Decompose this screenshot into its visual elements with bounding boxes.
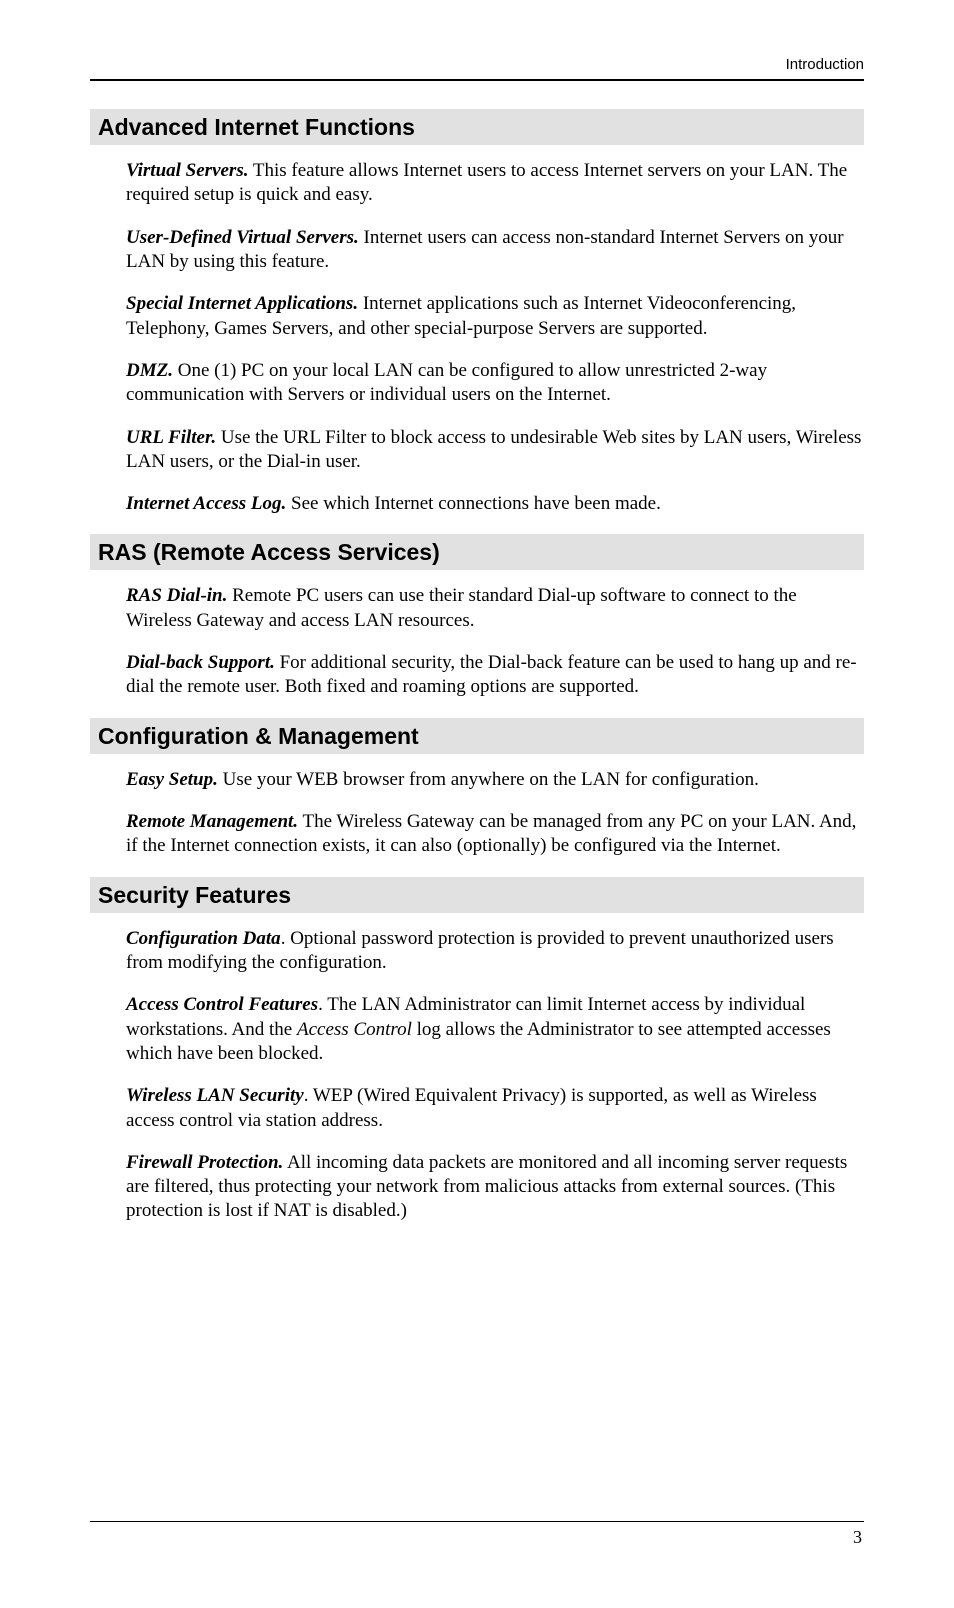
feature-title: Internet Access Log. xyxy=(126,493,286,514)
page: Introduction Advanced Internet Functions… xyxy=(0,0,954,1608)
feature-body: One (1) PC on your local LAN can be conf… xyxy=(126,360,767,405)
feature-title: Wireless LAN Security xyxy=(126,1085,304,1106)
feature-virtual-servers: Virtual Servers. This feature allows Int… xyxy=(126,159,864,208)
section-heading-ras: RAS (Remote Access Services) xyxy=(90,534,864,570)
feature-url-filter: URL Filter. Use the URL Filter to block … xyxy=(126,426,864,475)
feature-dmz: DMZ. One (1) PC on your local LAN can be… xyxy=(126,359,864,408)
feature-title: DMZ. xyxy=(126,360,173,381)
feature-title: URL Filter. xyxy=(126,427,216,448)
feature-special-internet-applications: Special Internet Applications. Internet … xyxy=(126,292,864,341)
feature-access-control-features: Access Control Features. The LAN Adminis… xyxy=(126,993,864,1066)
feature-body: Use the URL Filter to block access to un… xyxy=(126,427,861,472)
feature-title: Access Control Features xyxy=(126,994,318,1015)
feature-user-defined-virtual-servers: User-Defined Virtual Servers. Internet u… xyxy=(126,226,864,275)
feature-dial-back-support: Dial-back Support. For additional securi… xyxy=(126,651,864,700)
feature-title: Remote Management. xyxy=(126,811,298,832)
feature-internet-access-log: Internet Access Log. See which Internet … xyxy=(126,492,864,516)
feature-firewall-protection: Firewall Protection. All incoming data p… xyxy=(126,1151,864,1224)
feature-configuration-data: Configuration Data. Optional password pr… xyxy=(126,927,864,976)
feature-title: User-Defined Virtual Servers. xyxy=(126,227,359,248)
feature-title: Special Internet Applications. xyxy=(126,293,358,314)
header-label: Introduction xyxy=(90,56,864,73)
section-heading-security-features: Security Features xyxy=(90,877,864,913)
feature-title: Virtual Servers. xyxy=(126,160,248,181)
section-heading-config-management: Configuration & Management xyxy=(90,718,864,754)
feature-title: Dial-back Support. xyxy=(126,652,275,673)
feature-wireless-lan-security: Wireless LAN Security. WEP (Wired Equiva… xyxy=(126,1084,864,1133)
feature-body: Use your WEB browser from anywhere on th… xyxy=(218,769,759,790)
header-rule xyxy=(90,79,864,81)
feature-ras-dial-in: RAS Dial-in. Remote PC users can use the… xyxy=(126,584,864,633)
feature-title: RAS Dial-in. xyxy=(126,585,227,606)
feature-body: Remote PC users can use their standard D… xyxy=(126,585,797,630)
feature-remote-management: Remote Management. The Wireless Gateway … xyxy=(126,810,864,859)
feature-title: Firewall Protection. xyxy=(126,1152,283,1173)
feature-easy-setup: Easy Setup. Use your WEB browser from an… xyxy=(126,768,864,792)
section-heading-advanced-internet: Advanced Internet Functions xyxy=(90,109,864,145)
footer-rule xyxy=(90,1521,864,1522)
feature-title: Configuration Data xyxy=(126,928,281,949)
feature-body: See which Internet connections have been… xyxy=(286,493,661,514)
feature-title: Easy Setup. xyxy=(126,769,218,790)
page-number: 3 xyxy=(853,1527,862,1548)
feature-body-em: Access Control xyxy=(297,1019,412,1040)
